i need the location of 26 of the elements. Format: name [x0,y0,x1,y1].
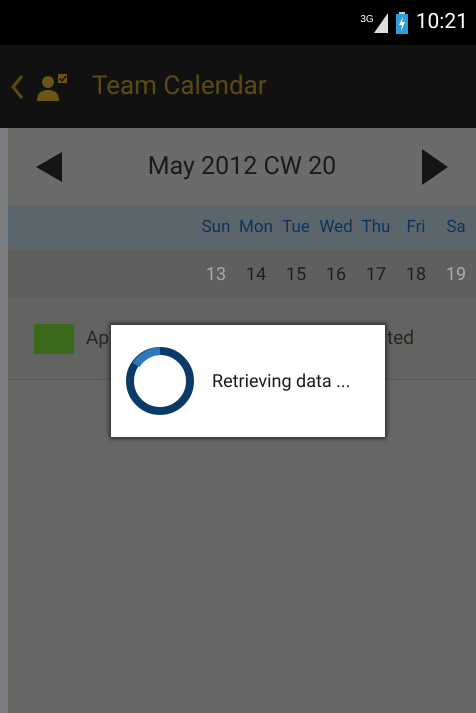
weekday-label: Tue [281,216,311,239]
weekday-label: Fri [405,216,427,239]
screen-title: Team Calendar [92,70,267,103]
network-label: 3G [360,14,374,24]
weekday-label: Mon [238,216,274,239]
signal-icon [374,12,388,32]
date-label[interactable]: 15 [276,260,316,288]
date-label[interactable]: 17 [356,260,396,288]
person-check-icon [36,72,68,100]
date-label[interactable]: 16 [316,260,356,288]
weekday-label: Sa [445,216,467,239]
legend-label: ted [386,325,414,352]
week-label: May 2012 CW 20 [148,150,336,183]
back-icon[interactable] [10,74,24,100]
legend-label: Ap [86,325,110,352]
next-week-icon[interactable] [422,148,448,184]
weekday-label: Thu [360,216,392,239]
previous-week-icon[interactable] [36,152,62,182]
clock: 10:21 [416,8,468,36]
battery-icon [396,12,408,34]
date-label[interactable]: 18 [396,260,436,288]
loading-spinner-icon [124,345,196,417]
weekday-label: Wed [318,216,354,239]
weekday-label: Sun [200,216,232,239]
dialog-message: Retrieving data ... [212,370,350,394]
date-label[interactable]: 14 [236,260,276,288]
